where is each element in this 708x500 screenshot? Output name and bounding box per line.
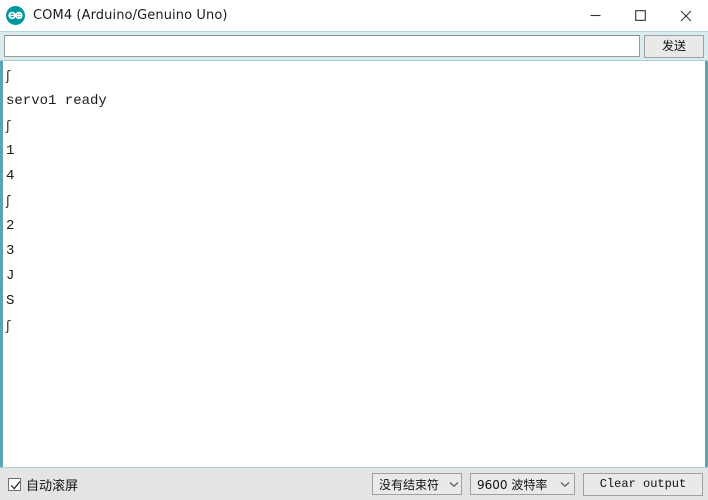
serial-output-line: J <box>6 268 15 284</box>
serial-output-line: ʃ <box>6 194 11 209</box>
window-controls <box>573 0 708 31</box>
serial-monitor-window: COM4 (Arduino/Genuino Uno) 发送 ʃ servo1 r… <box>0 0 708 500</box>
checkbox-box[interactable] <box>8 477 21 491</box>
maximize-icon <box>635 10 646 21</box>
send-bar: 发送 <box>0 31 708 61</box>
send-button[interactable]: 发送 <box>644 34 704 58</box>
serial-output-line: 4 <box>6 168 15 184</box>
baud-rate-value: 9600 波特率 <box>477 477 548 492</box>
clear-output-button[interactable]: Clear output <box>583 472 703 496</box>
close-icon <box>680 10 691 21</box>
serial-output-line: ʃ <box>6 319 11 334</box>
title-bar: COM4 (Arduino/Genuino Uno) <box>0 0 708 31</box>
serial-output-line: 1 <box>6 143 15 159</box>
chevron-down-icon <box>446 481 461 488</box>
autoscroll-checkbox[interactable]: 自动滚屏 <box>8 475 78 494</box>
baud-rate-dropdown[interactable]: 9600 波特率 <box>470 473 575 495</box>
bottom-bar: 自动滚屏 没有结束符 9600 波特率 Clear output <box>0 467 708 500</box>
serial-output-lines: ʃ servo1 ready ʃ 1 4 ʃ 2 3 J Sʃ <box>3 61 705 467</box>
maximize-button[interactable] <box>618 0 663 31</box>
serial-output-line: ʃ <box>6 119 11 134</box>
checkmark-icon <box>10 480 21 490</box>
serial-output-line: ʃ <box>6 69 11 84</box>
minimize-icon <box>590 14 601 17</box>
arduino-infinity-logo-icon <box>5 5 26 26</box>
close-button[interactable] <box>663 0 708 31</box>
window-title: COM4 (Arduino/Genuino Uno) <box>33 8 228 23</box>
autoscroll-label: 自动滚屏 <box>26 478 79 494</box>
line-ending-dropdown[interactable]: 没有结束符 <box>372 473 462 495</box>
line-ending-value: 没有结束符 <box>379 477 440 492</box>
serial-output-line: 3 <box>6 243 15 259</box>
serial-output-line: S <box>6 293 15 309</box>
minimize-button[interactable] <box>573 0 618 31</box>
serial-output-line: servo1 ready <box>6 93 107 109</box>
serial-output-line: 2 <box>6 218 15 234</box>
serial-output-area[interactable]: ʃ servo1 ready ʃ 1 4 ʃ 2 3 J Sʃ <box>0 61 708 467</box>
chevron-down-icon <box>556 481 574 488</box>
send-input[interactable] <box>4 35 640 57</box>
